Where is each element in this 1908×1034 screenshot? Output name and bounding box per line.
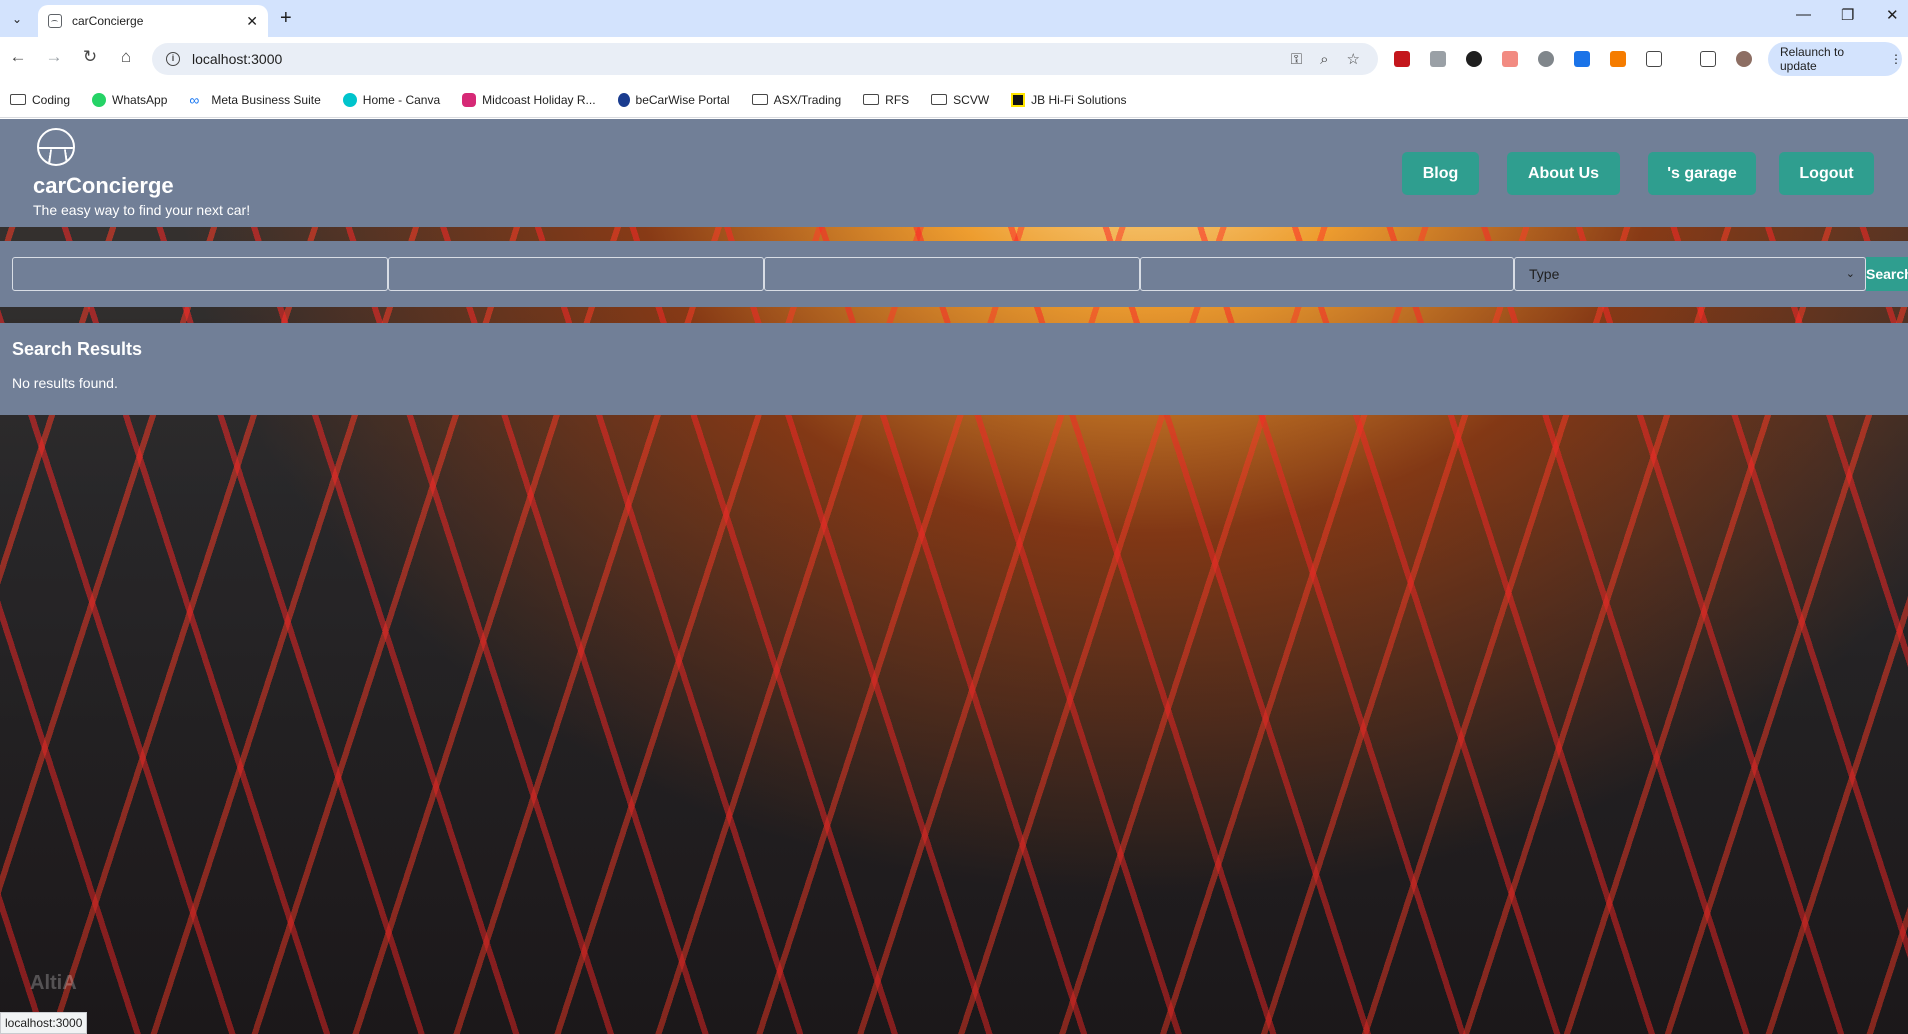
relaunch-button[interactable]: Relaunch to update ⋮ [1768,42,1902,76]
zoom-icon[interactable]: ⌕ [1320,51,1328,68]
gear-extension-icon[interactable] [1538,51,1554,67]
meta-icon: ∞ [189,91,200,108]
wave-extension-icon[interactable] [1574,51,1590,67]
results-heading: Search Results [12,339,143,359]
search-form: Type ⌄ Search [0,241,1908,307]
bookmark-scvw[interactable]: SCVW [931,93,989,107]
type-select-value: Type [1529,266,1560,282]
favicon-icon [48,14,62,28]
bookmark-meta[interactable]: ∞ Meta Business Suite [189,93,320,107]
tab-search-chevron-icon[interactable]: ⌄ [6,8,28,30]
camera-extension-icon[interactable] [1430,51,1446,67]
canva-icon [342,92,357,107]
close-window-icon[interactable]: ✕ [1886,6,1899,24]
results-empty-message: No results found. [12,375,118,391]
profile-avatar[interactable] [1736,51,1752,67]
chevron-down-icon: ⌄ [1845,268,1855,280]
url-text[interactable]: localhost:3000 [192,51,1291,67]
bookmark-label: RFS [885,92,910,107]
blog-button[interactable]: Blog [1402,152,1479,195]
acrobat-extension-icon[interactable] [1394,51,1410,67]
more-menu-icon[interactable]: ⋮ [1890,52,1902,66]
bookmark-label: SCVW [953,92,990,107]
new-tab-icon[interactable]: + [280,7,292,30]
site-brand[interactable]: carConcierge [33,173,174,199]
search-field-model[interactable] [388,257,764,291]
bookmark-label: Midcoast Holiday R... [482,92,596,107]
bookmark-jbhifi[interactable]: JB Hi-Fi Solutions [1011,92,1127,107]
folder-icon [863,94,880,105]
relaunch-label: Relaunch to update [1780,45,1845,73]
about-us-button[interactable]: About Us [1507,152,1620,195]
tab-title: carConcierge [72,14,144,28]
browser-toolbar: ← → ↻ ⌂ i localhost:3000 ⚿ ⌕ ☆ Relaunch … [0,37,1908,82]
address-bar[interactable]: i localhost:3000 ⚿ ⌕ ☆ [152,43,1378,75]
status-bar-url: localhost:3000 [0,1012,88,1034]
search-field-year[interactable] [764,257,1140,291]
whatsapp-icon [92,92,107,107]
extensions-puzzle-icon[interactable] [1646,51,1662,67]
password-key-icon[interactable]: ⚿ [1291,51,1302,68]
bookmark-label: JB Hi-Fi Solutions [1031,92,1127,107]
bookmark-label: ASX/Trading [773,92,842,107]
home-icon[interactable]: ⌂ [114,47,138,67]
jbhifi-icon [1011,92,1026,107]
bookmark-label: Home - Canva [362,92,441,107]
logout-button[interactable]: Logout [1779,152,1874,195]
bookmark-rfs[interactable]: RFS [863,93,909,107]
reload-icon[interactable]: ↻ [78,47,102,67]
bookmarks-bar: Coding WhatsApp ∞ Meta Business Suite Hom… [0,82,1908,118]
search-field-price[interactable] [1140,257,1514,291]
forward-icon[interactable]: → [42,47,66,67]
bookmark-asx-trading[interactable]: ASX/Trading [751,92,842,107]
page-viewport: carConcierge The easy way to find your n… [0,119,1908,1034]
back-icon[interactable]: ← [6,47,30,67]
minimize-icon[interactable]: — [1796,6,1811,23]
search-results-panel: Search Results No results found. [0,323,1908,415]
bookmark-coding[interactable]: Coding [10,93,70,107]
bookmark-midcoast[interactable]: Midcoast Holiday R... [462,92,596,107]
bookmark-whatsapp[interactable]: WhatsApp [92,92,168,107]
folder-icon [751,94,768,105]
site-info-icon[interactable]: i [166,52,180,66]
tab-strip: ⌄ carConcierge ✕ + — ❐ ✕ [0,0,1908,37]
becarwise-icon [617,92,630,107]
bookmark-becarwise[interactable]: beCarWise Portal [617,92,730,107]
bookmark-label: Coding [32,92,71,107]
watermark-logo: AltiA [30,972,77,994]
bookmark-label: WhatsApp [112,92,168,107]
pink-extension-icon[interactable] [1502,51,1518,67]
bookmark-label: beCarWise Portal [635,92,730,107]
folder-icon [931,94,948,105]
restore-icon[interactable]: ❐ [1841,6,1854,24]
search-button[interactable]: Search [1866,257,1908,291]
folder-icon [10,94,26,105]
garage-button[interactable]: 's garage [1648,152,1756,195]
dark-extension-icon[interactable] [1466,51,1482,67]
side-panel-icon[interactable] [1700,51,1716,67]
instagram-icon [462,92,477,107]
bookmark-canva[interactable]: Home - Canva [342,92,441,107]
tab-close-icon[interactable]: ✕ [246,13,258,30]
orange-extension-icon[interactable] [1610,51,1626,67]
site-header: carConcierge The easy way to find your n… [0,119,1908,227]
browser-tab[interactable]: carConcierge ✕ [38,5,268,37]
type-select[interactable]: Type ⌄ [1514,257,1866,291]
road-logo-icon[interactable] [37,128,75,166]
bookmark-star-icon[interactable]: ☆ [1347,50,1360,68]
search-field-make[interactable] [12,257,388,291]
bookmark-label: Meta Business Suite [211,92,321,107]
site-tagline: The easy way to find your next car! [33,202,251,218]
